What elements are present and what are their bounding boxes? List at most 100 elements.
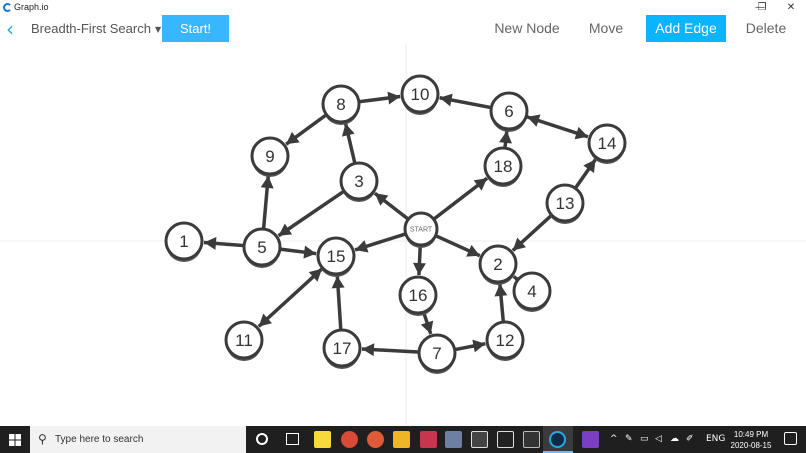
node-label: 10 xyxy=(411,85,430,104)
sticky-notes-icon[interactable] xyxy=(314,431,331,448)
node-17[interactable]: 17 xyxy=(322,328,362,369)
node-2[interactable]: 2 xyxy=(478,244,518,285)
node-14[interactable]: 14 xyxy=(587,123,627,164)
arrowhead-12-2 xyxy=(494,283,508,297)
app-window: Graph.io — ❐ ✕ ‹ Breadth-First Search ▼ S… xyxy=(0,0,806,453)
task-view-icon[interactable] xyxy=(286,433,299,445)
arrowhead-7-17 xyxy=(361,343,375,357)
add-edge-button[interactable]: Add Edge xyxy=(646,15,726,42)
graph-canvas[interactable]: 1 2 3 4 5 6 7 8 9 10 11 12 13 14 15 16 17 18 START xyxy=(0,43,806,426)
node-9[interactable]: 9 xyxy=(250,136,290,177)
start-button[interactable]: Start! xyxy=(162,15,229,42)
node-5[interactable]: 5 xyxy=(242,227,282,268)
taskbar-active-graphio[interactable] xyxy=(543,426,573,453)
node-label: 8 xyxy=(336,95,345,114)
node-label: START xyxy=(410,227,433,234)
tray-app-icon[interactable]: ✎ xyxy=(625,434,633,444)
arrowhead-5-9 xyxy=(260,175,274,189)
window-title: Graph.io xyxy=(14,2,49,12)
edge-15-11[interactable] xyxy=(257,267,324,328)
taskbar-search-placeholder: Type here to search xyxy=(55,434,144,445)
cortana-icon[interactable] xyxy=(256,433,268,445)
chrome-icon[interactable] xyxy=(341,431,358,448)
battery-icon[interactable]: ▭ xyxy=(640,434,649,444)
unity-icon[interactable] xyxy=(523,431,540,448)
file-explorer-icon[interactable] xyxy=(393,431,410,448)
node-label: 7 xyxy=(432,344,441,363)
visual-studio-icon[interactable] xyxy=(582,431,599,448)
graphio-taskbar-icon xyxy=(549,431,566,448)
node-16[interactable]: 16 xyxy=(398,275,438,316)
clock-date: 2020-08-15 xyxy=(730,441,772,450)
node-label: 16 xyxy=(409,286,428,305)
photos-app-icon[interactable] xyxy=(445,431,462,448)
edges-layer xyxy=(203,91,597,357)
node-label: 5 xyxy=(257,238,266,257)
node-4[interactable]: 4 xyxy=(512,271,552,312)
volume-icon[interactable]: ◁ xyxy=(655,434,662,444)
algorithm-select-value: Breadth-First Search xyxy=(31,21,151,36)
node-label: 4 xyxy=(527,282,536,301)
taskbar-clock[interactable]: 10:49 PM 2020-08-15 xyxy=(726,429,776,451)
node-label: 15 xyxy=(327,247,346,266)
windows-taskbar: ⚲ Type here to search ^ ✎ ▭ ◁ ☁ ✐ ENG 10… xyxy=(0,426,806,453)
node-8[interactable]: 8 xyxy=(321,84,361,125)
language-indicator[interactable]: ENG xyxy=(706,434,725,444)
node-label: 3 xyxy=(354,172,363,191)
cloud-icon[interactable]: ☁ xyxy=(670,434,679,444)
node-label: 12 xyxy=(496,331,515,350)
arrowhead-5-1 xyxy=(203,236,217,250)
search-icon: ⚲ xyxy=(38,432,47,446)
toolbar: ‹ Breadth-First Search ▼ Start! New Node … xyxy=(0,15,806,43)
node-13[interactable]: 13 xyxy=(545,183,585,224)
arrowhead-3-8 xyxy=(341,123,355,137)
pen-icon[interactable]: ✐ xyxy=(686,434,694,444)
delete-button[interactable]: Delete xyxy=(738,15,794,42)
tray-expand-icon[interactable]: ^ xyxy=(610,434,618,444)
node-start[interactable]: START xyxy=(403,211,439,248)
node-15[interactable]: 15 xyxy=(316,236,356,277)
node-6[interactable]: 6 xyxy=(489,91,529,132)
node-label: 17 xyxy=(333,339,352,358)
node-label: 1 xyxy=(179,232,188,251)
unity-hub-icon[interactable] xyxy=(471,431,488,448)
node-12[interactable]: 12 xyxy=(485,320,525,361)
node-10[interactable]: 10 xyxy=(400,74,440,115)
arrowhead-18-6 xyxy=(499,130,512,144)
nodes-layer: 1234567891011 12131415161718START xyxy=(164,74,627,374)
algorithm-select[interactable]: Breadth-First Search ▼ xyxy=(31,19,161,39)
arrowhead-6-10 xyxy=(439,93,453,107)
graph-svg: 1234567891011 12131415161718START xyxy=(0,43,806,426)
node-label: 14 xyxy=(598,134,617,153)
chevron-down-icon: ▼ xyxy=(154,24,162,34)
graphio-logo-icon xyxy=(3,3,12,12)
windows-logo-icon xyxy=(9,434,21,446)
arrowhead-17-15 xyxy=(331,275,345,289)
arrowhead-7-12 xyxy=(472,339,486,353)
title-bar: Graph.io — ❐ ✕ xyxy=(0,0,806,15)
media-app-icon[interactable] xyxy=(420,431,437,448)
node-3[interactable]: 3 xyxy=(339,161,379,202)
node-label: 13 xyxy=(556,194,575,213)
arrowhead-S-16 xyxy=(412,262,426,276)
node-label: 9 xyxy=(265,147,274,166)
chrome-profile-icon[interactable] xyxy=(367,431,384,448)
move-button[interactable]: Move xyxy=(580,15,632,42)
back-arrow-icon[interactable]: ‹ xyxy=(6,19,20,39)
node-11[interactable]: 11 xyxy=(224,320,264,361)
unity-editor-icon[interactable] xyxy=(497,431,514,448)
node-label: 6 xyxy=(504,102,513,121)
node-18[interactable]: 18 xyxy=(483,146,523,187)
node-label: 11 xyxy=(235,331,253,350)
node-label: 2 xyxy=(493,255,502,274)
node-7[interactable]: 7 xyxy=(417,333,457,374)
close-button[interactable]: ✕ xyxy=(777,0,805,15)
taskbar-search-box[interactable]: ⚲ Type here to search xyxy=(30,426,246,453)
windows-start-button[interactable] xyxy=(0,426,30,453)
node-1[interactable]: 1 xyxy=(164,221,204,262)
notification-center-icon[interactable] xyxy=(784,432,797,445)
new-node-button[interactable]: New Node xyxy=(488,15,566,42)
clock-time: 10:49 PM xyxy=(733,430,769,439)
node-label: 18 xyxy=(494,157,513,176)
maximize-button[interactable]: ❐ xyxy=(748,0,776,15)
